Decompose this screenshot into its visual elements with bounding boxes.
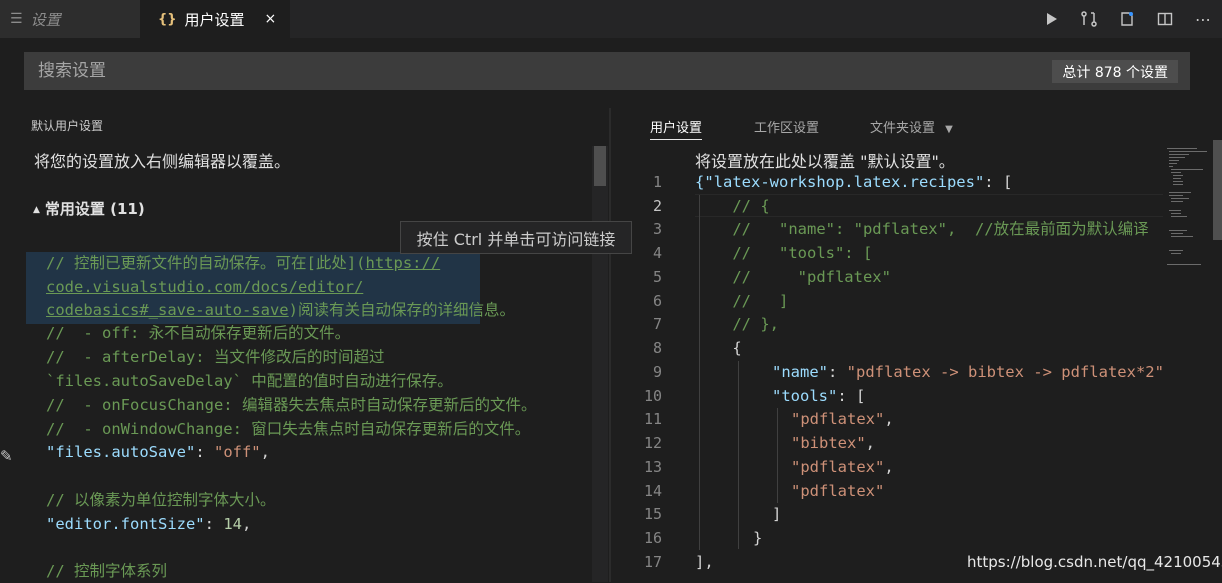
line-number: 1 <box>652 173 662 191</box>
section-common-settings[interactable]: ▲ 常用设置 (11) <box>33 198 145 219</box>
line-number: 3 <box>652 220 662 238</box>
line-number: 16 <box>643 529 662 547</box>
default-settings-title: 默认用户设置 <box>31 119 104 133</box>
code-line: // "tools": [ <box>695 244 873 262</box>
default-settings-description: 将您的设置放入右侧编辑器以覆盖。 <box>34 152 291 171</box>
left-scrollbar-track[interactable] <box>592 146 608 582</box>
minimap[interactable] <box>1163 140 1213 580</box>
line-number: 15 <box>643 505 662 523</box>
code-line: // "pdflatex" <box>695 268 891 286</box>
close-icon[interactable]: × <box>265 11 277 27</box>
line-number: 6 <box>652 292 662 310</box>
collapse-triangle-icon: ▲ <box>33 205 40 215</box>
pane-divider[interactable] <box>609 108 611 582</box>
watermark: https://blog.csdn.net/qq_42100545 <box>967 553 1222 571</box>
code-line: ], <box>695 553 714 571</box>
code-line: "files.autoSave": "off", <box>46 443 270 461</box>
line-number: 5 <box>652 268 662 286</box>
line-number: 2 <box>652 197 662 215</box>
line-number: 13 <box>643 458 662 476</box>
braces-icon: {} <box>158 11 177 27</box>
code-line: // ] <box>695 292 789 310</box>
code-line: `files.autoSaveDelay` 中配置的值时自动进行保存。 <box>46 372 453 390</box>
code-line: "tools": [ <box>772 387 866 405</box>
line-number: 8 <box>652 339 662 357</box>
list-icon: ☰ <box>10 11 23 27</box>
code-line: "pdflatex", <box>791 458 894 476</box>
code-line: // }, <box>695 315 779 333</box>
code-line: // { <box>695 197 770 215</box>
tab-user-settings[interactable]: {} 用户设置 × <box>140 0 290 38</box>
line-number: 10 <box>643 387 662 405</box>
code-line: // 控制字体系列 <box>46 562 167 580</box>
code-line: // 以像素为单位控制字体大小。 <box>46 491 276 509</box>
code-line: // - off: 永不自动保存更新后的文件。 <box>46 324 351 342</box>
code-line: {"latex-workshop.latex.recipes": [ <box>695 173 1013 191</box>
code-line: code.visualstudio.com/docs/editor/ <box>46 276 363 299</box>
docs-link[interactable]: code.visualstudio.com/docs/editor/ <box>46 278 363 296</box>
line-number: 4 <box>652 244 662 262</box>
code-line: "pdflatex", <box>791 410 894 428</box>
edit-pencil-icon[interactable]: ✎ <box>0 447 13 465</box>
tab-user-settings-label: 用户设置 <box>184 10 245 29</box>
user-settings-editor[interactable]: {"latex-workshop.latex.recipes": [ // { … <box>695 0 1163 582</box>
code-line: "editor.fontSize": 14, <box>46 515 252 533</box>
code-line: // 控制已更新文件的自动保存。可在[此处](https:// <box>46 254 441 272</box>
line-number: 17 <box>643 553 662 571</box>
section-label: 常用设置 (11) <box>44 200 145 218</box>
left-scrollbar-thumb[interactable] <box>594 146 606 186</box>
docs-link[interactable]: https:// <box>366 254 441 272</box>
code-line: "name": "pdflatex -> bibtex -> pdflatex*… <box>772 363 1163 381</box>
right-scrollbar-thumb[interactable] <box>1213 140 1222 240</box>
tab-settings[interactable]: ☰ 设置 <box>0 0 140 38</box>
code-line: codebasics#_save-auto-save)阅读有关自动保存的详细信息… <box>46 301 515 319</box>
more-icon[interactable]: ⋯ <box>1184 0 1222 38</box>
link-tooltip: 按住 Ctrl 并单击可访问链接 <box>400 221 632 254</box>
code-line: // "name": "pdflatex", //放在最前面为默认编译 <box>695 220 1149 238</box>
line-number: 7 <box>652 315 662 333</box>
code-line: // - onFocusChange: 编辑器失去焦点时自动保存更新后的文件。 <box>46 396 537 414</box>
code-line: "pdflatex" <box>791 482 885 500</box>
code-line: "bibtex", <box>791 434 875 452</box>
code-line: } <box>753 529 763 547</box>
line-number: 14 <box>643 482 662 500</box>
docs-link[interactable]: codebasics#_save-auto-save <box>46 301 289 319</box>
line-number: 11 <box>643 410 662 428</box>
line-number: 9 <box>652 363 662 381</box>
tab-settings-label: 设置 <box>30 10 61 29</box>
code-line: // - afterDelay: 当文件修改后的时间超过 <box>46 348 385 366</box>
code-line: ] <box>772 505 782 523</box>
code-line: { <box>695 339 742 357</box>
code-line: // - onWindowChange: 窗口失去焦点时自动保存更新后的文件。 <box>46 420 531 438</box>
line-number: 12 <box>643 434 662 452</box>
